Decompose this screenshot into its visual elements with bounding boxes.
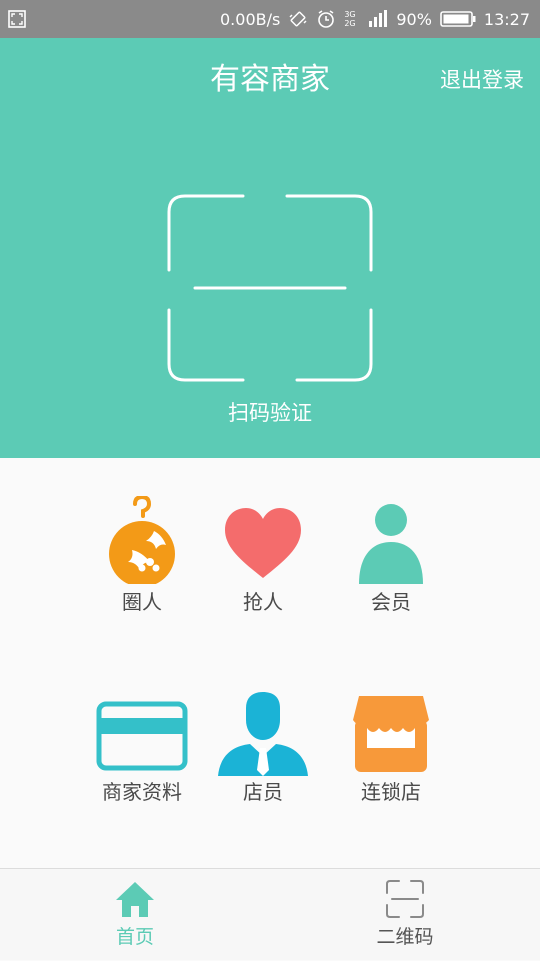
battery-icon xyxy=(440,11,476,27)
tab-label: 二维码 xyxy=(376,926,434,948)
grid-item-grab-people[interactable]: 抢人 xyxy=(198,496,328,616)
status-bar: 0.00B/s 3G 2G 90% 13:27 xyxy=(0,0,540,38)
vibrate-icon xyxy=(289,11,307,27)
home-icon xyxy=(116,882,154,917)
grid-item-member[interactable]: 会员 xyxy=(326,496,456,616)
grid-item-clerk[interactable]: 店员 xyxy=(198,690,328,810)
grid-item-label: 圈人 xyxy=(122,590,162,614)
bottom-tab-bar: 首页 二维码 xyxy=(0,868,540,960)
battery-percent: 90% xyxy=(396,9,432,29)
grid-item-label: 商家资料 xyxy=(102,780,182,804)
network-speed: 0.00B/s xyxy=(220,9,281,29)
screenshot-icon xyxy=(8,10,26,28)
grid-item-label: 店员 xyxy=(243,780,283,804)
member-icon xyxy=(326,496,456,584)
card-icon xyxy=(77,690,207,778)
tab-label: 首页 xyxy=(115,926,154,948)
ornament-icon xyxy=(77,496,207,584)
clock-time: 13:27 xyxy=(483,9,530,29)
grid-item-label: 抢人 xyxy=(243,590,283,614)
qrcode-icon xyxy=(386,880,424,918)
alarm-icon xyxy=(318,10,335,28)
network-type: 3G 2G xyxy=(344,10,356,28)
scan-verify-label: 扫码验证 xyxy=(228,401,312,425)
tab-home[interactable]: 首页 xyxy=(65,869,205,961)
feature-grid: 圈人 抢人 会员 商家资料 店员 连锁店 xyxy=(0,458,540,868)
signal-icon xyxy=(369,10,388,27)
grid-item-label: 连锁店 xyxy=(361,780,421,804)
store-icon xyxy=(326,690,456,778)
grid-item-chain-store[interactable]: 连锁店 xyxy=(326,690,456,810)
grid-item-label: 会员 xyxy=(371,590,411,614)
tab-qrcode[interactable]: 二维码 xyxy=(335,869,475,961)
clerk-icon xyxy=(198,690,328,778)
heart-icon xyxy=(198,496,328,584)
scan-frame-icon[interactable] xyxy=(165,192,375,384)
header: 有容商家 退出登录 扫码验证 xyxy=(0,38,540,458)
logout-button[interactable]: 退出登录 xyxy=(440,64,524,96)
grid-item-merchant-info[interactable]: 商家资料 xyxy=(77,690,207,810)
grid-item-circle-people[interactable]: 圈人 xyxy=(77,496,207,616)
